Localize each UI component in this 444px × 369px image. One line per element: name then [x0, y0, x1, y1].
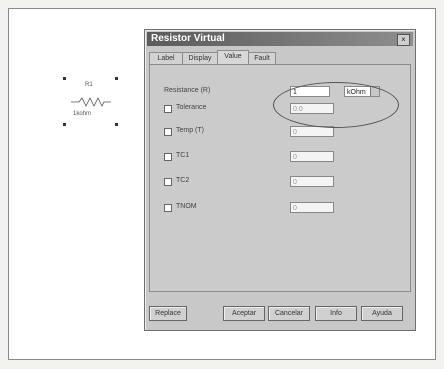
info-button[interactable]: Info [315, 306, 357, 321]
resistor-virtual-dialog: Resistor Virtual × Label Display Value F… [144, 29, 416, 331]
tc2-label: TC2 [176, 177, 190, 184]
tc1-checkbox[interactable] [164, 153, 172, 161]
tc1-label: TC1 [176, 152, 190, 159]
resistor-symbol [71, 97, 111, 107]
dialog-title: Resistor Virtual [151, 33, 225, 44]
tnom-label: TNOM [176, 203, 197, 210]
dialog-titlebar[interactable]: Resistor Virtual × [147, 32, 413, 46]
tnom-input[interactable]: 0 [290, 202, 334, 213]
resistance-label: Resistance (R) [164, 87, 211, 94]
resistor-component[interactable]: R1 1kohm [63, 77, 121, 129]
resistor-ref-label: R1 [85, 82, 93, 88]
tc1-input[interactable]: 0 [290, 151, 334, 162]
temp-checkbox[interactable] [164, 128, 172, 136]
cancel-button[interactable]: Cancelar [268, 306, 310, 321]
help-button[interactable]: Ayuda [361, 306, 403, 321]
selection-handle-br[interactable] [115, 123, 118, 126]
tab-value[interactable]: Value [217, 50, 249, 65]
tolerance-label: Tolerance [176, 104, 207, 111]
resistor-value-label: 1kohm [73, 111, 92, 117]
close-icon[interactable]: × [397, 34, 410, 46]
tc2-input[interactable]: 0 [290, 176, 334, 187]
highlight-ellipse [273, 82, 399, 128]
selection-handle-bl[interactable] [63, 123, 66, 126]
selection-handle-tl[interactable] [63, 77, 66, 80]
tnom-checkbox[interactable] [164, 204, 172, 212]
tc2-checkbox[interactable] [164, 178, 172, 186]
temp-label: Temp (T) [176, 127, 204, 134]
accept-button[interactable]: Aceptar [223, 306, 265, 321]
replace-button[interactable]: Replace [149, 306, 187, 321]
tolerance-checkbox[interactable] [164, 105, 172, 113]
screenshot-frame: R1 1kohm Resistor Virtual × Label Displa… [8, 8, 436, 360]
selection-handle-tr[interactable] [115, 77, 118, 80]
